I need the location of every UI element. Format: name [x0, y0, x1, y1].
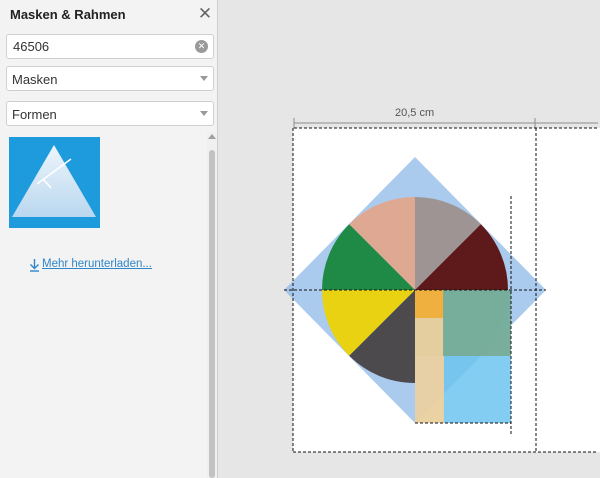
width-ruler — [293, 118, 598, 128]
orange-square[interactable] — [415, 290, 444, 318]
teal-rect[interactable] — [443, 290, 511, 356]
canvas-drawing — [284, 118, 598, 453]
